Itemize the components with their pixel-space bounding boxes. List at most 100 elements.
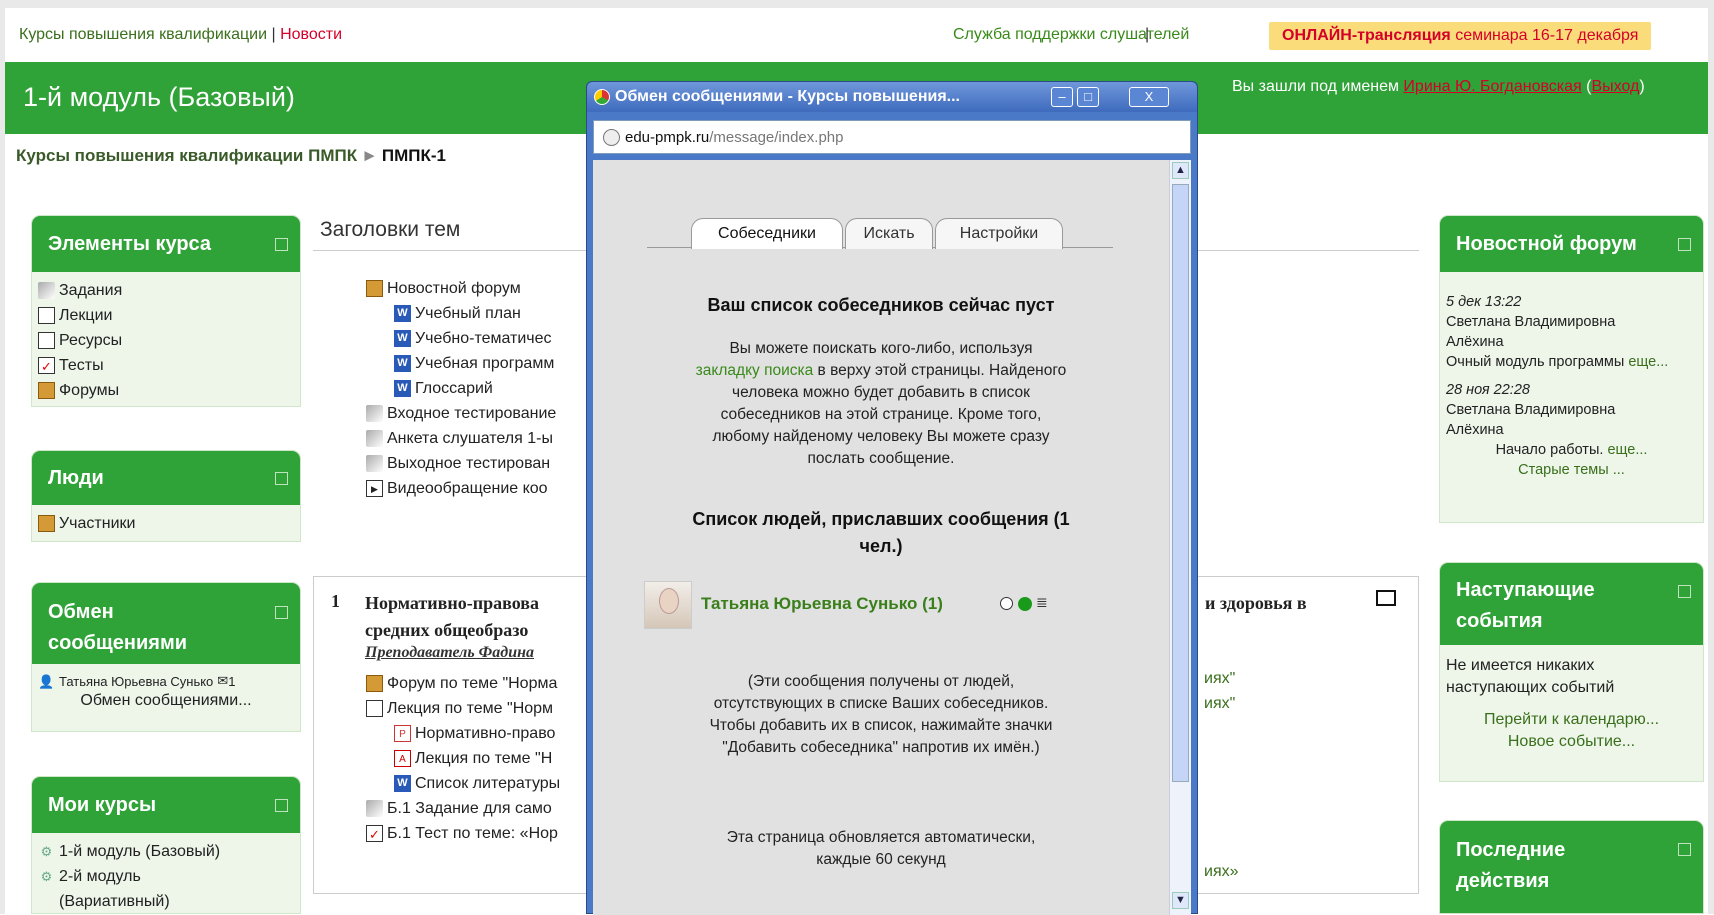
list-item[interactable]: Б.1 Задание для само	[366, 796, 560, 821]
forum-icon	[366, 280, 383, 297]
avatar	[644, 581, 692, 629]
course-item[interactable]: ⚙ 2-й модуль	[38, 864, 294, 889]
breadcrumb-root[interactable]: Курсы повышения квалификации ПМПК	[16, 146, 357, 165]
list-item[interactable]: W Учебная программ	[366, 351, 556, 376]
assignment-icon	[38, 282, 55, 299]
face-shape	[659, 588, 679, 614]
post-text-body: Очный модуль программы	[1446, 354, 1629, 370]
list-item[interactable]: Новостной форум	[366, 276, 556, 301]
contact-row[interactable]: 👤 Татьяна Юрьевна Сунько ✉ 1	[38, 670, 294, 692]
more-link[interactable]: еще...	[1607, 442, 1647, 458]
list-item[interactable]: ▶ Видеообращение коо	[366, 476, 556, 501]
list-item[interactable]: W Учебно-тематичес	[366, 326, 556, 351]
post-text-body: Начало работы.	[1495, 442, 1608, 458]
list-item[interactable]: Задания	[38, 278, 294, 303]
close-button[interactable]: X	[1129, 87, 1169, 107]
news-link[interactable]: Новости	[280, 26, 342, 43]
user-link[interactable]: Ирина Ю. Богдановская	[1403, 78, 1581, 95]
list-item[interactable]: Анкета слушателя 1-ы	[366, 426, 556, 451]
collapse-icon[interactable]	[275, 238, 288, 251]
recent-activity-block: Последние действия	[1439, 820, 1704, 914]
new-event-link[interactable]: Новое событие...	[1446, 731, 1697, 753]
list-item[interactable]: W Учебный план	[366, 301, 556, 326]
collapse-icon[interactable]	[275, 472, 288, 485]
url-path: /message/index.php	[709, 129, 844, 146]
item-tail[interactable]: иях"	[1204, 695, 1235, 713]
tab-settings[interactable]: Настройки	[935, 218, 1063, 249]
list-item[interactable]: Ресурсы	[38, 328, 294, 353]
minimize-button[interactable]: ‒	[1051, 87, 1073, 107]
list-item[interactable]: A Лекция по теме "Н	[366, 746, 560, 771]
collapse-icon[interactable]	[275, 799, 288, 812]
assignment-icon	[366, 430, 383, 447]
course-item[interactable]: ⚙ 1-й модуль (Базовый)	[38, 839, 294, 864]
popup-scrollbar[interactable]: ▲ ▼	[1169, 160, 1191, 915]
item-tail[interactable]: иях»	[1204, 863, 1239, 881]
list-item[interactable]: Выходное тестирован	[366, 451, 556, 476]
list-item[interactable]: ✓ Б.1 Тест по теме: «Нор	[366, 821, 560, 846]
list-item[interactable]: Лекция по теме "Норм	[366, 696, 560, 721]
block-body: ⚙ 1-й модуль (Базовый) ⚙ 2-й модуль (Вариа…	[32, 833, 300, 913]
list-item[interactable]: Форум по теме "Норма	[366, 671, 560, 696]
calendar-link[interactable]: Перейти к календарю...	[1446, 709, 1697, 731]
course-item-cont[interactable]: (Вариативный)	[38, 889, 294, 913]
teacher-link[interactable]: Преподаватель Фадина	[365, 644, 534, 662]
video-icon: ▶	[366, 480, 383, 497]
participants-icon	[38, 515, 55, 532]
topic-title-end: и здоровья в	[1205, 593, 1307, 613]
item-label: Глоссарий	[415, 379, 493, 397]
messaging-block: Обмен сообщениями 👤 Татьяна Юрьевна Сунько…	[31, 582, 301, 732]
support-link[interactable]: Служба поддержки слушателей	[953, 26, 1189, 44]
senders-heading-line: Список людей, приславших сообщения (1	[692, 509, 1070, 529]
collapse-icon[interactable]	[1678, 585, 1691, 598]
block-header: Обмен сообщениями	[32, 583, 300, 664]
list-item[interactable]: Участники	[38, 511, 294, 536]
people-block: Люди Участники	[31, 450, 301, 542]
address-bar[interactable]: edu-pmpk.ru/message/index.php	[593, 120, 1191, 154]
maximize-button[interactable]: □	[1077, 87, 1099, 107]
collapse-icon[interactable]	[275, 606, 288, 619]
breadcrumb-current: ПМПК-1	[381, 146, 446, 165]
senders-heading-line: чел.)	[859, 536, 903, 556]
scroll-up-arrow-icon[interactable]: ▲	[1172, 162, 1189, 179]
item-tail[interactable]: иях"	[1204, 670, 1235, 688]
word-doc-icon: W	[394, 305, 411, 322]
old-topics-link[interactable]: Старые темы ...	[1446, 460, 1697, 480]
scroll-thumb[interactable]	[1172, 184, 1189, 782]
list-item[interactable]: W Глоссарий	[366, 376, 556, 401]
note-line: Чтобы добавить их в список, нажимайте зн…	[709, 717, 1053, 734]
popup-titlebar[interactable]: Обмен сообщениями - Курсы повышения... ‒…	[587, 82, 1197, 112]
sender-name-link[interactable]: Татьяна Юрьевна Сунько (1)	[701, 594, 943, 614]
item-label: Выходное тестирован	[387, 454, 551, 472]
history-icon[interactable]: ≣	[1036, 594, 1048, 611]
more-link[interactable]: еще...	[1628, 354, 1668, 370]
courses-link[interactable]: Курсы повышения квалификации	[19, 26, 267, 43]
collapse-icon[interactable]	[1678, 238, 1691, 251]
list-item[interactable]: ✓ Тесты	[38, 353, 294, 378]
collapse-icon[interactable]	[1678, 843, 1691, 856]
tab-contacts[interactable]: Собеседники	[691, 218, 843, 249]
list-item[interactable]: P Нормативно-право	[366, 721, 560, 746]
block-header: Люди	[32, 451, 300, 505]
top-links: Курсы повышения квалификации | Новости	[19, 26, 342, 44]
word-doc-icon: W	[394, 380, 411, 397]
item-label: Лекция по теме "Норм	[387, 699, 554, 717]
contact-name: Татьяна Юрьевна Сунько	[59, 673, 214, 689]
page-title: 1-й модуль (Базовый)	[23, 82, 295, 112]
word-doc-icon: W	[394, 330, 411, 347]
online-banner[interactable]: ОНЛАЙН-трансляция семинара 16-17 декабря	[1269, 22, 1652, 50]
list-item[interactable]: Форумы	[38, 378, 294, 403]
globe-icon	[603, 129, 620, 146]
list-item[interactable]: W Список литературы	[366, 771, 560, 796]
post-date: 28 ноя 22:28	[1446, 382, 1530, 398]
list-item[interactable]: Лекции	[38, 303, 294, 328]
logout-link[interactable]: Выход	[1592, 78, 1640, 95]
messaging-link[interactable]: Обмен сообщениями...	[38, 692, 294, 710]
tab-search[interactable]: Искать	[845, 218, 933, 249]
resource-icon	[38, 332, 55, 349]
scroll-down-arrow-icon[interactable]: ▼	[1172, 892, 1189, 909]
add-contact-icon[interactable]	[1000, 597, 1013, 610]
highlight-toggle[interactable]	[1376, 590, 1396, 606]
search-tab-link[interactable]: закладку поиска	[696, 362, 814, 379]
list-item[interactable]: Входное тестирование	[366, 401, 556, 426]
